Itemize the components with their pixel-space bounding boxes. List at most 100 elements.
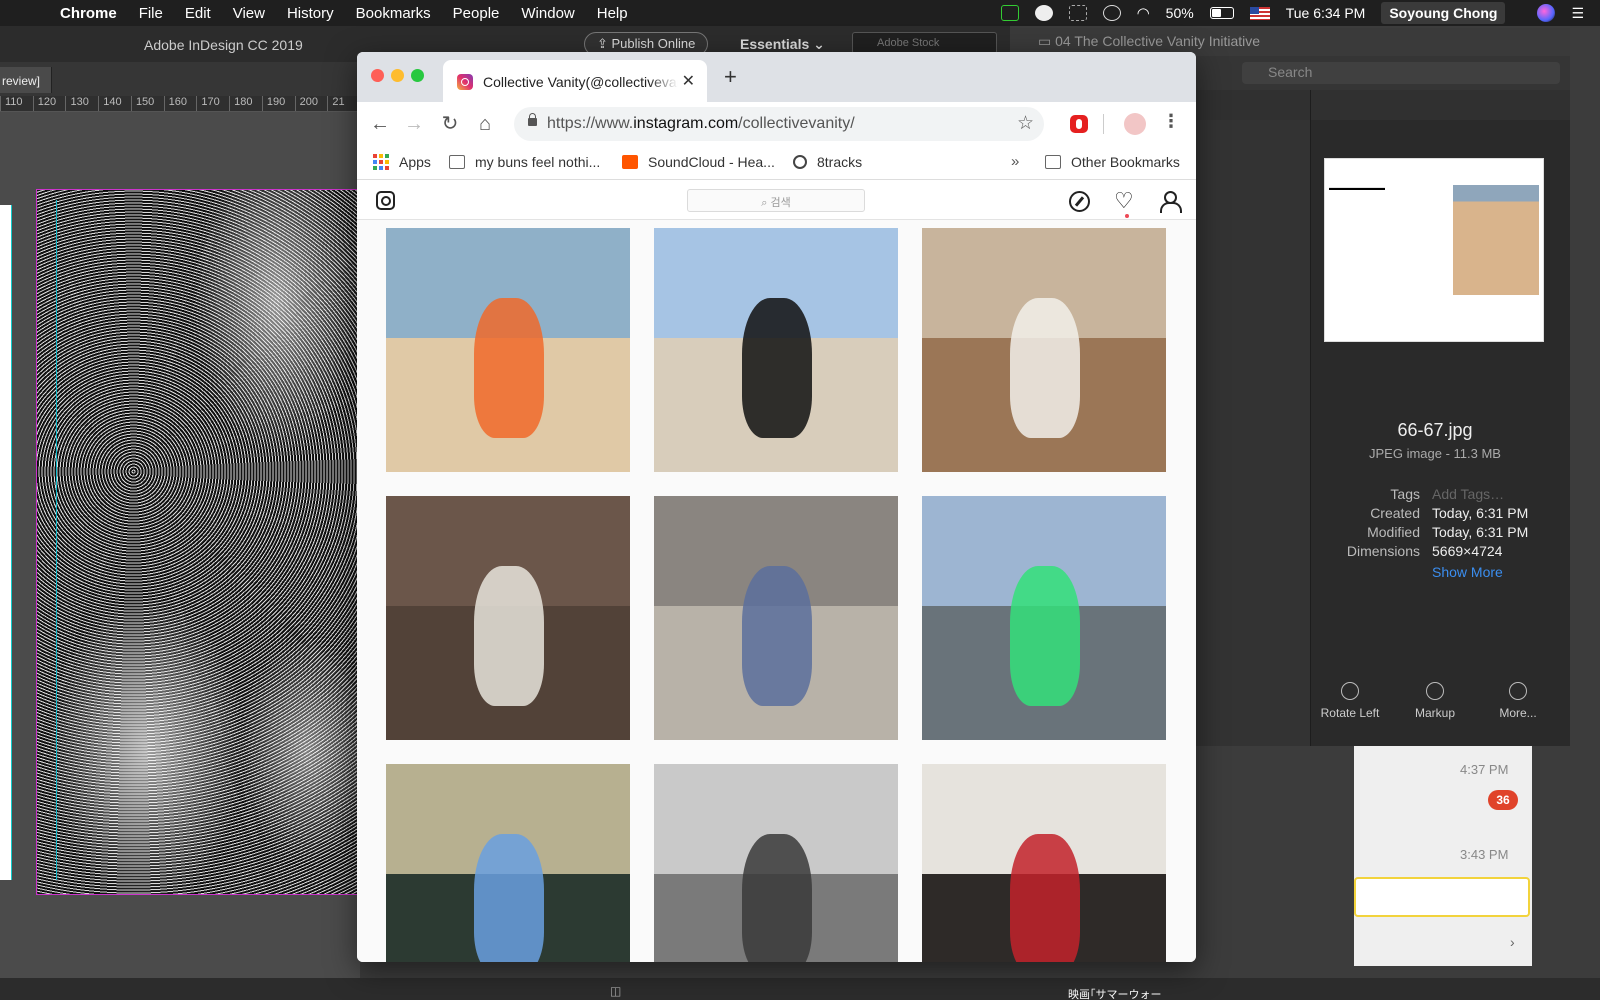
- photo-tile-bw-selfie[interactable]: [654, 764, 898, 962]
- more-button[interactable]: More...: [1473, 682, 1563, 720]
- bookmark-label: Other Bookmarks: [1071, 154, 1180, 170]
- menu-people[interactable]: People: [453, 5, 500, 22]
- explore-compass-icon[interactable]: [1069, 191, 1090, 212]
- photo-subject: [742, 566, 812, 706]
- chevron-right-icon[interactable]: ›: [1510, 934, 1515, 950]
- photo-tile-surfing[interactable]: [922, 496, 1166, 740]
- messages-search-input[interactable]: [1354, 877, 1530, 917]
- instagram-logo-icon[interactable]: [376, 191, 395, 210]
- bookmark-folder-buns[interactable]: my buns feel nothi...: [449, 154, 600, 170]
- horizontal-ruler: 110 120 130 140 150 160 170 180 190 200 …: [0, 96, 360, 112]
- document-tab[interactable]: review]: [0, 67, 52, 93]
- back-button[interactable]: ←: [367, 111, 393, 137]
- browser-tab-instagram[interactable]: Collective Vanity(@collectivevanity) ✕: [443, 60, 707, 102]
- zoom-window-button[interactable]: [411, 69, 424, 82]
- file-preview-thumbnail[interactable]: ▬▬▬▬▬▬▬▬: [1324, 158, 1544, 342]
- rotate-left-button[interactable]: Rotate Left: [1305, 682, 1395, 720]
- apps-dot: [385, 160, 389, 164]
- bookmark-label: Apps: [399, 154, 431, 170]
- adobe-stock-search[interactable]: Adobe Stock: [852, 32, 997, 54]
- thumbnail-photo: [1453, 185, 1539, 295]
- adblock-extension-icon[interactable]: [1070, 115, 1088, 133]
- dithered-photo-frame[interactable]: [36, 189, 360, 895]
- menu-history[interactable]: History: [287, 5, 334, 22]
- chrome-menu-icon[interactable]: ⋮: [1162, 111, 1180, 132]
- rotate-left-label: Rotate Left: [1320, 706, 1380, 720]
- bookmark-8tracks[interactable]: 8tracks: [793, 154, 862, 170]
- reload-button[interactable]: ↻: [437, 111, 463, 137]
- battery-icon[interactable]: [1209, 7, 1234, 19]
- photo-subject: [474, 298, 544, 438]
- meta-row-created: Created Today, 6:31 PM: [1300, 505, 1560, 524]
- battery-percent[interactable]: 50%: [1166, 5, 1194, 21]
- photo-tile-frame-mirror[interactable]: [386, 496, 630, 740]
- apps-dot: [379, 154, 383, 158]
- menu-help[interactable]: Help: [597, 5, 628, 22]
- show-more-link[interactable]: Show More: [1432, 564, 1503, 580]
- ruler-tick: 190: [261, 96, 295, 111]
- close-tab-icon[interactable]: ✕: [682, 71, 695, 91]
- menu-edit[interactable]: Edit: [185, 5, 211, 22]
- workspace-switcher[interactable]: Essentials ⌄: [740, 36, 825, 53]
- photo-tile-red-sweater[interactable]: [922, 764, 1166, 962]
- apps-dot: [385, 154, 389, 158]
- more-icon: [1509, 682, 1527, 700]
- menu-window[interactable]: Window: [521, 5, 574, 22]
- close-window-button[interactable]: [371, 69, 384, 82]
- meta-row-tags: Tags Add Tags…: [1300, 486, 1560, 505]
- profile-person-icon[interactable]: [1160, 191, 1182, 213]
- finder-search-input[interactable]: Search: [1242, 62, 1560, 84]
- folder-icon: [449, 155, 465, 169]
- add-tags-field[interactable]: Add Tags…: [1432, 486, 1504, 505]
- finder-divider[interactable]: [1310, 90, 1311, 746]
- apps-dot: [373, 154, 377, 158]
- forward-button[interactable]: →: [401, 111, 427, 137]
- photo-tile-mirror-writing[interactable]: [386, 764, 630, 962]
- bookmark-star-icon[interactable]: ☆: [1017, 112, 1034, 135]
- instagram-search-input[interactable]: ⌕ 검색: [687, 189, 865, 212]
- address-bar[interactable]: https://www.instagram.com/collectivevani…: [514, 107, 1044, 141]
- more-label: More...: [1499, 706, 1537, 720]
- home-button[interactable]: ⌂: [472, 111, 498, 137]
- new-tab-button[interactable]: +: [724, 64, 737, 90]
- other-bookmarks-folder[interactable]: Other Bookmarks: [1045, 154, 1180, 170]
- photo-tile-mirror-room[interactable]: [922, 228, 1166, 472]
- photo-tile-beach-kneeling[interactable]: [654, 228, 898, 472]
- bookmark-apps[interactable]: Apps: [373, 154, 431, 170]
- preview-file-name: 66-67.jpg: [1397, 420, 1473, 440]
- bookmarks-bar: Apps my buns feel nothi... SoundCloud - …: [357, 146, 1196, 180]
- notification-center-icon[interactable]: ☰: [1571, 5, 1584, 22]
- ruler-tick: 150: [130, 96, 164, 111]
- time-machine-icon[interactable]: [1102, 5, 1121, 21]
- bookmarks-overflow-button[interactable]: »: [1011, 153, 1019, 170]
- clock[interactable]: Tue 6:34 PM: [1286, 5, 1366, 21]
- url-host: instagram.com: [633, 115, 739, 132]
- photo-subject: [742, 298, 812, 438]
- bookmark-soundcloud[interactable]: SoundCloud - Hea...: [622, 154, 775, 170]
- markup-button[interactable]: Markup: [1390, 682, 1480, 720]
- menu-bookmarks[interactable]: Bookmarks: [356, 5, 431, 22]
- profile-avatar[interactable]: [1124, 113, 1146, 135]
- minimize-window-button[interactable]: [391, 69, 404, 82]
- chat-icon[interactable]: [1034, 5, 1053, 21]
- layout-toggle-icon[interactable]: ◫: [610, 984, 621, 998]
- activity-heart-icon[interactable]: ♡: [1114, 188, 1134, 214]
- indesign-status-bar: [0, 978, 1600, 1000]
- user-name[interactable]: Soyoung Chong: [1381, 2, 1506, 24]
- layout-guide: [56, 200, 57, 880]
- photo-tile-beach-lying[interactable]: [386, 228, 630, 472]
- menu-view[interactable]: View: [233, 5, 265, 22]
- ml-icon[interactable]: [1000, 5, 1019, 21]
- menu-file[interactable]: File: [139, 5, 163, 22]
- us-flag-icon[interactable]: [1249, 6, 1270, 20]
- apps-dot: [373, 166, 377, 170]
- finder-title-text: 04 The Collective Vanity Initiative: [1055, 33, 1261, 49]
- sync-icon[interactable]: [1068, 5, 1087, 21]
- lock-icon[interactable]: [528, 113, 537, 126]
- menu-app-name[interactable]: Chrome: [60, 5, 117, 22]
- apps-dot: [385, 166, 389, 170]
- wifi-icon[interactable]: ◠: [1137, 4, 1150, 22]
- photo-tile-alley-lying[interactable]: [654, 496, 898, 740]
- url-text[interactable]: https://www.instagram.com/collectivevani…: [547, 115, 855, 133]
- siri-icon[interactable]: [1537, 4, 1556, 22]
